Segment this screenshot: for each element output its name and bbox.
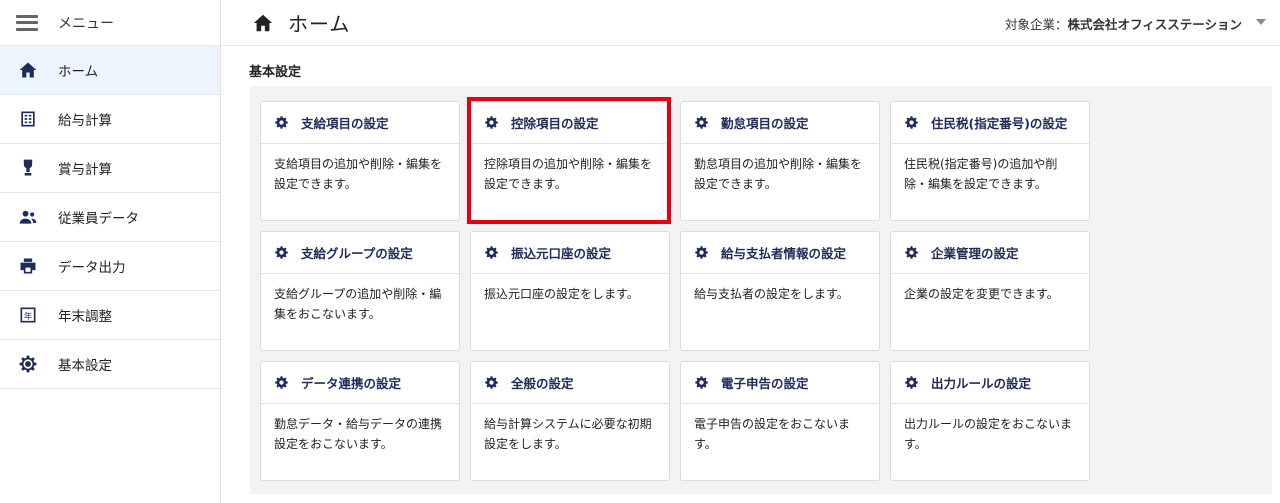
hamburger-menu-icon[interactable] xyxy=(16,14,38,31)
settings-card[interactable]: 住民税(指定番号)の設定住民税(指定番号)の追加や削除・編集を設定できます。 xyxy=(890,101,1090,221)
card-header: 給与支払者情報の設定 xyxy=(681,232,879,274)
sidebar-item-label: データ出力 xyxy=(58,260,126,276)
card-description: 控除項目の追加や削除・編集を設定できます。 xyxy=(484,157,653,191)
gear-icon xyxy=(484,375,499,390)
card-title: 企業管理の設定 xyxy=(931,246,1019,261)
sidebar-item-label: 年末調整 xyxy=(58,309,112,325)
sidebar-item-label: 基本設定 xyxy=(58,358,112,374)
menu-label: メニュー xyxy=(58,15,114,32)
gear-icon xyxy=(694,375,709,390)
people-icon xyxy=(18,207,38,227)
gear-icon xyxy=(694,245,709,260)
gear-icon xyxy=(274,115,289,130)
card-header: 支給項目の設定 xyxy=(261,102,459,144)
card-description: 住民税(指定番号)の追加や削除・編集を設定できます。 xyxy=(904,157,1058,191)
chevron-down-icon[interactable] xyxy=(1256,19,1266,25)
page-title: ホーム xyxy=(288,12,351,36)
card-description: 支給項目の追加や削除・編集を設定できます。 xyxy=(274,157,443,191)
company-name: 株式会社オフィスステーション xyxy=(1067,17,1242,32)
company-selector[interactable]: 対象企業：株式会社オフィスステーション xyxy=(1005,14,1242,33)
card-title: 勤怠項目の設定 xyxy=(721,116,809,131)
sidebar-item-basic-settings[interactable]: 基本設定 xyxy=(0,340,220,389)
sidebar-item-year-end[interactable]: 年 年末調整 xyxy=(0,291,220,340)
card-description: 勤怠項目の追加や削除・編集を設定できます。 xyxy=(694,157,863,191)
settings-card[interactable]: 控除項目の設定控除項目の追加や削除・編集を設定できます。 xyxy=(470,101,670,221)
settings-card[interactable]: 出力ルールの設定出力ルールの設定をおこないます。 xyxy=(890,361,1090,481)
card-title: 全般の設定 xyxy=(511,376,574,391)
calculator-icon xyxy=(18,109,38,129)
card-header: 電子申告の設定 xyxy=(681,362,879,404)
home-icon xyxy=(252,12,274,34)
gear-icon xyxy=(274,375,289,390)
card-header: 控除項目の設定 xyxy=(471,102,669,144)
card-title: 支給項目の設定 xyxy=(301,116,389,131)
award-icon xyxy=(18,158,38,178)
card-description: 出力ルールの設定をおこないます。 xyxy=(904,417,1073,451)
gear-icon xyxy=(904,115,919,130)
settings-card[interactable]: 振込元口座の設定振込元口座の設定をします。 xyxy=(470,231,670,351)
sidebar-item-label: 従業員データ xyxy=(58,211,139,227)
gear-icon xyxy=(694,115,709,130)
sidebar-item-label: 賞与計算 xyxy=(58,162,112,178)
card-description: 給与支払者の設定をします。 xyxy=(694,287,849,301)
sidebar-item-data-output[interactable]: データ出力 xyxy=(0,242,220,291)
card-description: 電子申告の設定をおこないます。 xyxy=(694,417,851,451)
year-icon: 年 xyxy=(18,305,38,325)
gear-icon xyxy=(904,375,919,390)
card-title: 振込元口座の設定 xyxy=(511,246,612,261)
section-title: 基本設定 xyxy=(249,65,302,80)
card-header: 企業管理の設定 xyxy=(891,232,1089,274)
card-header: 全般の設定 xyxy=(471,362,669,404)
sidebar-item-home[interactable]: ホーム xyxy=(0,46,220,95)
gear-icon xyxy=(274,245,289,260)
gear-icon xyxy=(904,245,919,260)
top-header: ホーム 対象企業：株式会社オフィスステーション xyxy=(221,0,1280,46)
card-description: 支給グループの追加や削除・編集をおこないます。 xyxy=(274,287,442,321)
card-header: 支給グループの設定 xyxy=(261,232,459,274)
settings-card[interactable]: 給与支払者情報の設定給与支払者の設定をします。 xyxy=(680,231,880,351)
sidebar-item-bonus[interactable]: 賞与計算 xyxy=(0,144,220,193)
settings-card[interactable]: 電子申告の設定電子申告の設定をおこないます。 xyxy=(680,361,880,481)
svg-text:年: 年 xyxy=(24,311,32,321)
sidebar-item-employees[interactable]: 従業員データ xyxy=(0,193,220,242)
sidebar: メニュー ホーム 給与計算 賞与計算 従業員データ データ出力 年 年末調整 基… xyxy=(0,0,221,503)
settings-card[interactable]: 全般の設定給与計算システムに必要な初期設定をします。 xyxy=(470,361,670,481)
card-title: 出力ルールの設定 xyxy=(931,376,1032,391)
settings-card[interactable]: データ連携の設定勤怠データ・給与データの連携設定をおこないます。 xyxy=(260,361,460,481)
card-description: 給与計算システムに必要な初期設定をします。 xyxy=(484,417,652,451)
menu-header[interactable]: メニュー xyxy=(0,0,220,46)
settings-card[interactable]: 企業管理の設定企業の設定を変更できます。 xyxy=(890,231,1090,351)
card-title: 住民税(指定番号)の設定 xyxy=(931,116,1068,131)
sidebar-item-label: ホーム xyxy=(58,64,99,80)
card-title: 控除項目の設定 xyxy=(511,116,599,131)
card-title: 電子申告の設定 xyxy=(721,376,809,391)
card-title: データ連携の設定 xyxy=(301,376,402,391)
card-header: 振込元口座の設定 xyxy=(471,232,669,274)
card-description: 企業の設定を変更できます。 xyxy=(904,287,1059,301)
settings-card[interactable]: 支給項目の設定支給項目の追加や削除・編集を設定できます。 xyxy=(260,101,460,221)
settings-card[interactable]: 支給グループの設定支給グループの追加や削除・編集をおこないます。 xyxy=(260,231,460,351)
card-title: 支給グループの設定 xyxy=(301,246,413,261)
sidebar-item-payroll[interactable]: 給与計算 xyxy=(0,95,220,144)
card-header: 出力ルールの設定 xyxy=(891,362,1089,404)
sidebar-item-label: 給与計算 xyxy=(58,113,112,129)
card-header: データ連携の設定 xyxy=(261,362,459,404)
card-description: 勤怠データ・給与データの連携設定をおこないます。 xyxy=(274,417,443,451)
card-header: 住民税(指定番号)の設定 xyxy=(891,102,1089,144)
card-title: 給与支払者情報の設定 xyxy=(721,246,847,261)
card-header: 勤怠項目の設定 xyxy=(681,102,879,144)
gear-icon xyxy=(484,245,499,260)
card-description: 振込元口座の設定をします。 xyxy=(484,287,639,301)
gear-icon xyxy=(18,354,38,374)
printer-icon xyxy=(18,256,38,276)
company-label: 対象企業： xyxy=(1004,17,1068,32)
home-icon xyxy=(18,60,38,80)
gear-icon xyxy=(484,115,499,130)
settings-card[interactable]: 勤怠項目の設定勤怠項目の追加や削除・編集を設定できます。 xyxy=(680,101,880,221)
